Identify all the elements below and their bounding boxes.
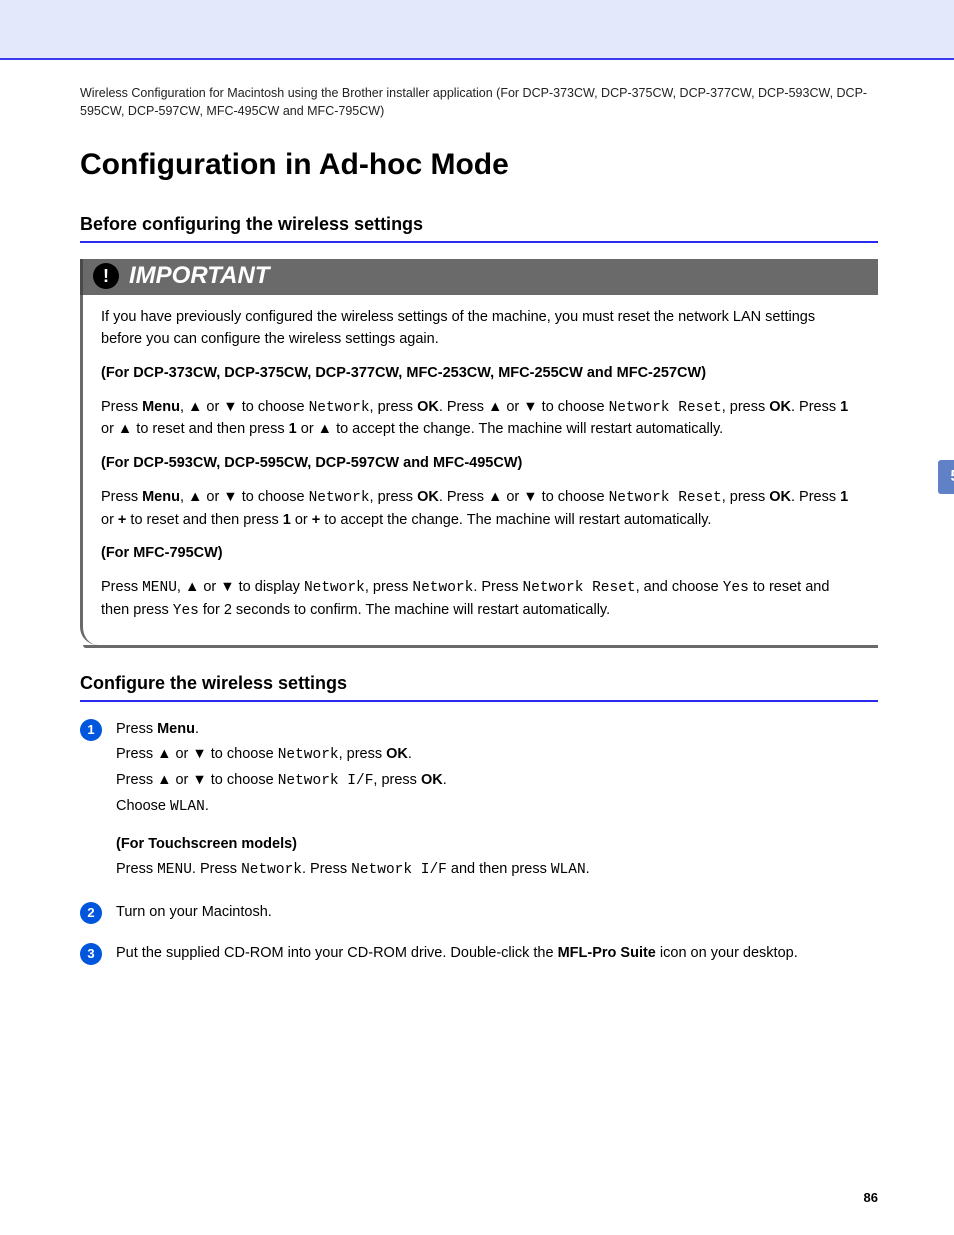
step-body: Put the supplied CD-ROM into your CD-ROM… (116, 942, 798, 967)
important-g1-text: Press Menu, ▲ or ▼ to choose Network, pr… (101, 397, 860, 442)
important-g2-heading: (For DCP-593CW, DCP-595CW, DCP-597CW and… (101, 453, 860, 475)
step-body: Turn on your Macintosh. (116, 901, 272, 926)
subsection-configure: Configure the wireless settings (80, 673, 878, 694)
important-bar: ! IMPORTANT (80, 259, 878, 295)
step-body: Press Menu. Press ▲ or ▼ to choose Netwo… (116, 718, 590, 885)
important-intro: If you have previously configured the wi… (101, 307, 860, 351)
alert-icon: ! (93, 263, 119, 289)
step-2: 2 Turn on your Macintosh. (80, 901, 878, 926)
top-header-band (0, 0, 954, 60)
important-callout: ! IMPORTANT If you have previously confi… (80, 259, 878, 644)
step-number-icon: 2 (80, 902, 102, 924)
divider (80, 700, 878, 702)
subsection-before-config: Before configuring the wireless settings (80, 214, 878, 235)
step-number-icon: 3 (80, 943, 102, 965)
step-1: 1 Press Menu. Press ▲ or ▼ to choose Net… (80, 718, 878, 885)
important-label: IMPORTANT (129, 262, 269, 290)
important-body: If you have previously configured the wi… (80, 295, 878, 644)
step-number-icon: 1 (80, 719, 102, 741)
running-header: Wireless Configuration for Macintosh usi… (80, 84, 878, 120)
important-g3-heading: (For MFC-795CW) (101, 543, 860, 565)
important-g3-text: Press MENU, ▲ or ▼ to display Network, p… (101, 577, 860, 623)
chapter-tab: 5 (938, 460, 954, 494)
important-g2-text: Press Menu, ▲ or ▼ to choose Network, pr… (101, 487, 860, 532)
divider (80, 241, 878, 243)
page-title: Configuration in Ad-hoc Mode (80, 148, 878, 182)
page-number: 86 (864, 1190, 878, 1205)
step-3: 3 Put the supplied CD-ROM into your CD-R… (80, 942, 878, 967)
important-g1-heading: (For DCP-373CW, DCP-375CW, DCP-377CW, MF… (101, 363, 860, 385)
